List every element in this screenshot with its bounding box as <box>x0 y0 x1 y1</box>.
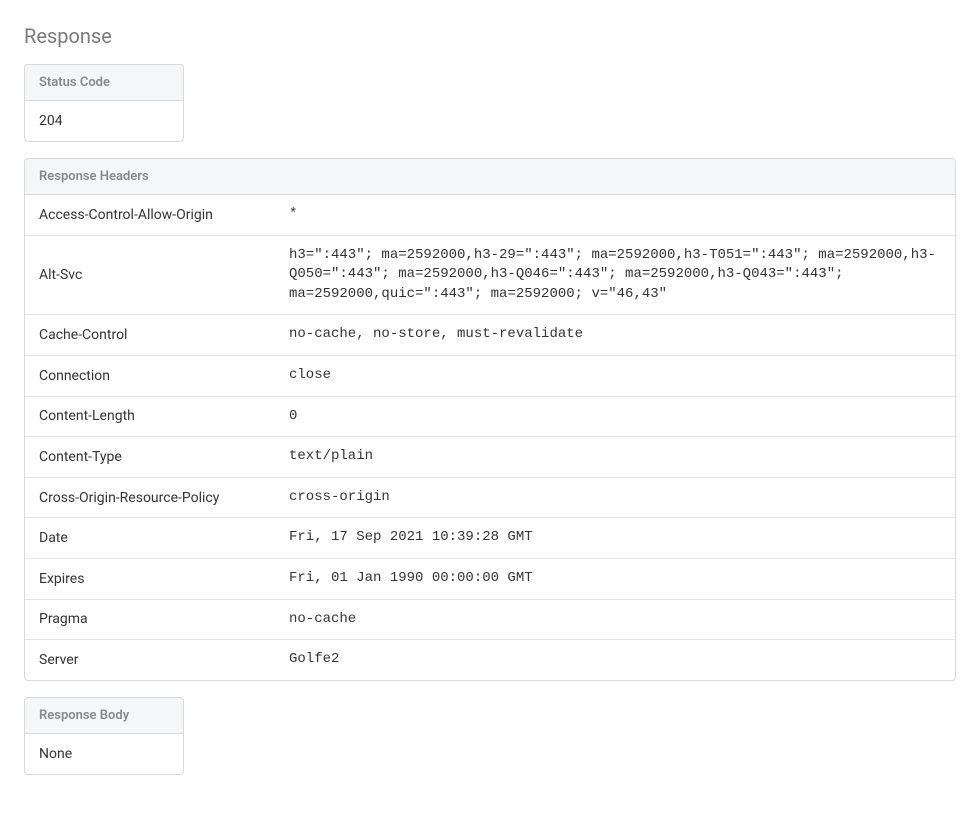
header-row: ExpiresFri, 01 Jan 1990 00:00:00 GMT <box>25 558 955 599</box>
header-key: Date <box>25 518 275 559</box>
header-value: close <box>275 355 955 396</box>
response-headers-label: Response Headers <box>25 159 955 195</box>
status-code-value: 204 <box>25 101 183 141</box>
header-row: ServerGolfe2 <box>25 640 955 680</box>
header-key: Content-Type <box>25 437 275 478</box>
header-key: Pragma <box>25 599 275 640</box>
header-value: cross-origin <box>275 477 955 518</box>
header-value: Golfe2 <box>275 640 955 680</box>
response-body-value: None <box>25 734 183 774</box>
header-row: DateFri, 17 Sep 2021 10:39:28 GMT <box>25 518 955 559</box>
status-code-label: Status Code <box>25 65 183 101</box>
header-value: no-cache <box>275 599 955 640</box>
header-value: 0 <box>275 396 955 437</box>
header-value: text/plain <box>275 437 955 478</box>
header-row: Content-Typetext/plain <box>25 437 955 478</box>
response-body-panel: Response Body None <box>24 697 184 775</box>
header-row: Alt-Svch3=":443"; ma=2592000,h3-29=":443… <box>25 235 955 315</box>
header-row: Cache-Controlno-cache, no-store, must-re… <box>25 315 955 356</box>
header-value: Fri, 01 Jan 1990 00:00:00 GMT <box>275 558 955 599</box>
header-row: Access-Control-Allow-Origin* <box>25 195 955 235</box>
response-section-title: Response <box>24 24 956 48</box>
response-body-label: Response Body <box>25 698 183 734</box>
header-key: Access-Control-Allow-Origin <box>25 195 275 235</box>
header-row: Pragmano-cache <box>25 599 955 640</box>
header-value: * <box>275 195 955 235</box>
header-key: Cross-Origin-Resource-Policy <box>25 477 275 518</box>
header-key: Server <box>25 640 275 680</box>
response-headers-table: Access-Control-Allow-Origin*Alt-Svch3=":… <box>25 195 955 680</box>
header-key: Alt-Svc <box>25 235 275 315</box>
header-key: Connection <box>25 355 275 396</box>
status-code-panel: Status Code 204 <box>24 64 184 142</box>
header-row: Connectionclose <box>25 355 955 396</box>
header-key: Cache-Control <box>25 315 275 356</box>
header-row: Content-Length0 <box>25 396 955 437</box>
header-value: Fri, 17 Sep 2021 10:39:28 GMT <box>275 518 955 559</box>
response-headers-panel: Response Headers Access-Control-Allow-Or… <box>24 158 956 681</box>
header-value: h3=":443"; ma=2592000,h3-29=":443"; ma=2… <box>275 235 955 315</box>
header-key: Content-Length <box>25 396 275 437</box>
header-value: no-cache, no-store, must-revalidate <box>275 315 955 356</box>
header-key: Expires <box>25 558 275 599</box>
header-row: Cross-Origin-Resource-Policycross-origin <box>25 477 955 518</box>
